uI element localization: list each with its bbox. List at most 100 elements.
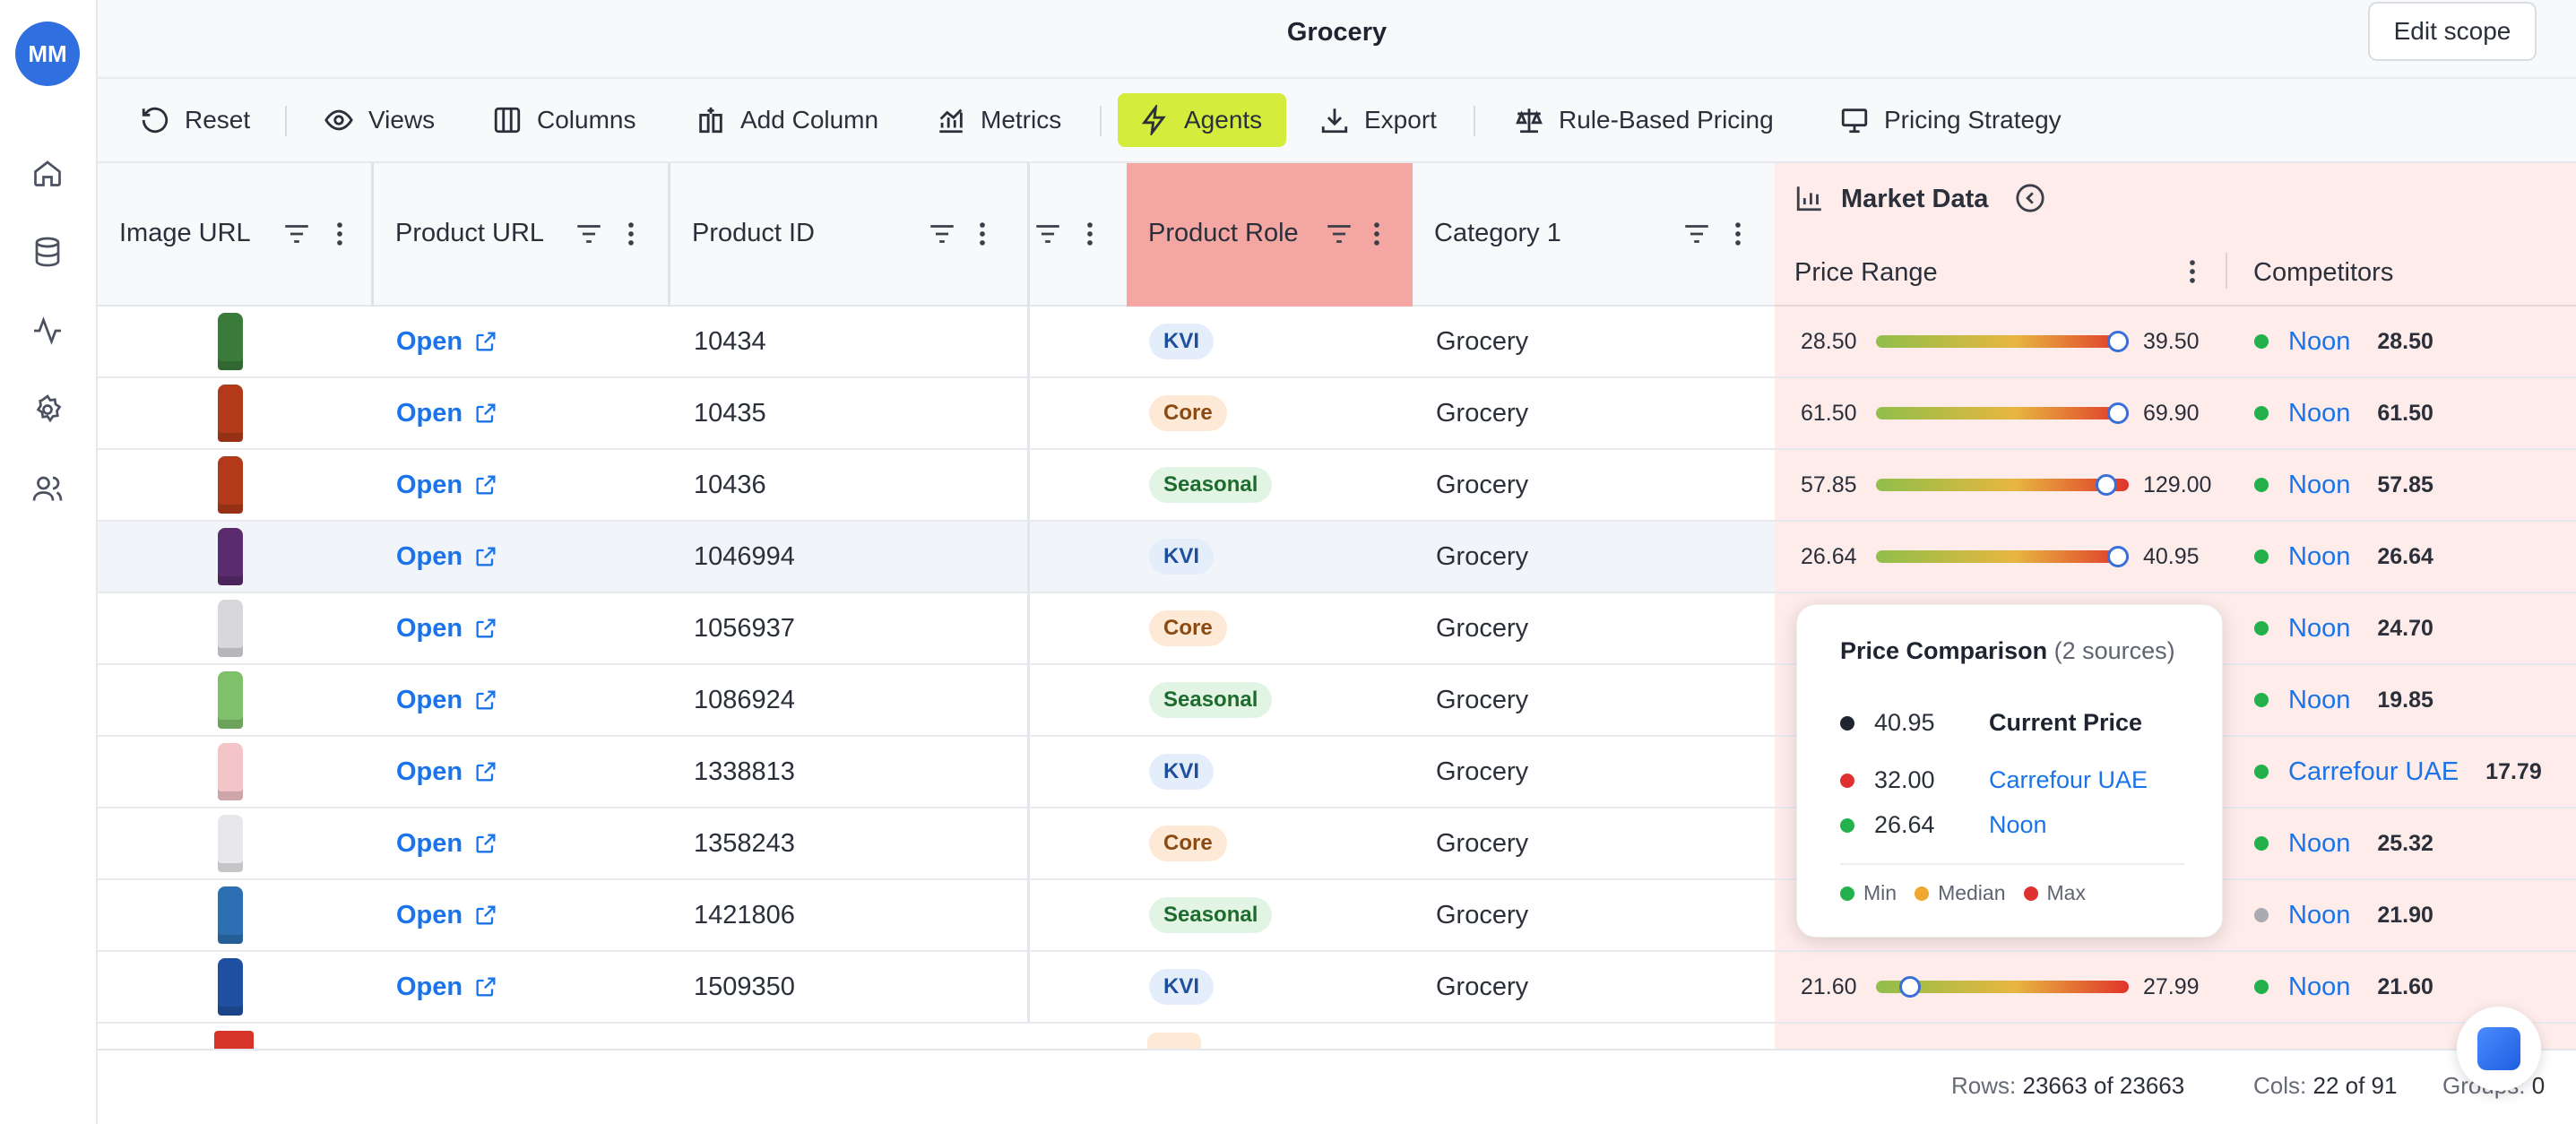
columns-button[interactable]: Columns bbox=[481, 93, 646, 147]
product-id-cell: 10434 bbox=[694, 326, 766, 356]
open-link[interactable]: Open bbox=[396, 327, 498, 357]
product-url-cell: Open bbox=[396, 307, 498, 376]
open-link[interactable]: Open bbox=[396, 614, 498, 644]
agents-button[interactable]: Agents bbox=[1118, 93, 1286, 147]
column-header-product-role[interactable]: Product Role bbox=[1127, 163, 1413, 307]
price-range-header[interactable]: Price Range bbox=[1794, 258, 1938, 288]
competitor-name[interactable]: Noon bbox=[2288, 614, 2350, 644]
filter-icon[interactable] bbox=[927, 219, 957, 249]
filter-icon[interactable] bbox=[281, 219, 312, 249]
edit-scope-button[interactable]: Edit scope bbox=[2368, 2, 2537, 61]
page-header: Grocery Edit scope bbox=[98, 0, 2576, 79]
open-link[interactable]: Open bbox=[396, 901, 498, 930]
home-icon[interactable] bbox=[29, 154, 66, 192]
open-link[interactable]: Open bbox=[396, 542, 498, 572]
price-range-knob[interactable] bbox=[2096, 474, 2118, 496]
open-link[interactable]: Open bbox=[396, 471, 498, 500]
competitors-header[interactable]: Competitors bbox=[2253, 258, 2393, 288]
add-column-button[interactable]: Add Column bbox=[685, 93, 889, 147]
more-icon[interactable] bbox=[1075, 219, 1105, 249]
rule-based-pricing-button[interactable]: Rule-Based Pricing bbox=[1503, 93, 1785, 147]
competitor-name[interactable]: Noon bbox=[2288, 327, 2350, 357]
popup-entry-label[interactable]: Carrefour UAE bbox=[1989, 766, 2148, 794]
price-min: 57.85 bbox=[1801, 471, 1857, 497]
chat-button[interactable] bbox=[2457, 1007, 2541, 1091]
views-button[interactable]: Views bbox=[313, 93, 445, 147]
competitor-name[interactable]: Noon bbox=[2288, 686, 2350, 715]
pricing-strategy-button[interactable]: Pricing Strategy bbox=[1828, 93, 2072, 147]
table-row[interactable]: Open 10434 KVI Grocery 28.50 39.50 Noon 28.5… bbox=[98, 307, 2576, 378]
table-row[interactable] bbox=[98, 1024, 2576, 1049]
metrics-button[interactable]: Metrics bbox=[925, 93, 1072, 147]
table-row[interactable]: Open 10436 Seasonal Grocery 57.85 129.00 Noo… bbox=[98, 450, 2576, 522]
open-link-label: Open bbox=[396, 685, 463, 714]
open-link[interactable]: Open bbox=[396, 757, 498, 787]
price-range-bar bbox=[1876, 335, 2129, 348]
users-icon[interactable] bbox=[29, 470, 66, 507]
category-cell: Grocery bbox=[1436, 326, 1529, 356]
product-role-cell: KVI bbox=[1149, 307, 1215, 376]
more-icon[interactable] bbox=[2177, 256, 2208, 287]
competitor-status-dot bbox=[2254, 836, 2269, 851]
activity-icon[interactable] bbox=[29, 312, 66, 350]
competitor-name[interactable]: Noon bbox=[2288, 829, 2350, 859]
grid-header: Image URL Product URL Product ID Product… bbox=[98, 163, 1775, 307]
product-role-cell: KVI bbox=[1149, 737, 1215, 807]
rows-value: 23663 of 23663 bbox=[2022, 1072, 2185, 1099]
download-icon bbox=[1321, 108, 1348, 134]
collapse-icon[interactable] bbox=[2015, 183, 2045, 213]
competitor-name[interactable]: Noon bbox=[2288, 471, 2350, 500]
more-icon[interactable] bbox=[616, 219, 646, 249]
filter-icon[interactable] bbox=[574, 219, 604, 249]
product-thumbnail bbox=[203, 665, 257, 735]
competitor-status-dot bbox=[2254, 908, 2269, 922]
gear-icon[interactable] bbox=[29, 391, 66, 428]
filter-icon[interactable] bbox=[1033, 219, 1063, 249]
competitor-price: 57.85 bbox=[2377, 471, 2433, 497]
open-link[interactable]: Open bbox=[396, 399, 498, 428]
column-header-product-url[interactable]: Product URL bbox=[374, 163, 668, 307]
competitor-name[interactable]: Noon bbox=[2288, 973, 2350, 1002]
table-row[interactable]: Open 1046994 KVI Grocery 26.64 40.95 Noon 26… bbox=[98, 522, 2576, 593]
open-link[interactable]: Open bbox=[396, 686, 498, 715]
column-header-category-1[interactable]: Category 1 bbox=[1413, 163, 1775, 307]
table-row[interactable]: Open 1509350 KVI Grocery 21.60 27.99 Noon 21… bbox=[98, 952, 2576, 1024]
database-icon[interactable] bbox=[29, 233, 66, 271]
filter-icon[interactable] bbox=[1681, 219, 1712, 249]
pinned-divider bbox=[1027, 378, 1030, 448]
competitor-price: 19.85 bbox=[2377, 687, 2433, 713]
price-range-knob[interactable] bbox=[1898, 976, 1921, 998]
popup-entry-label[interactable]: Noon bbox=[1989, 811, 2047, 839]
legend-max-dot bbox=[2023, 886, 2038, 901]
open-link[interactable]: Open bbox=[396, 973, 498, 1002]
reset-button[interactable]: Reset bbox=[129, 93, 261, 147]
competitor-1: Noon 21.90 bbox=[2254, 880, 2433, 950]
open-link[interactable]: Open bbox=[396, 829, 498, 859]
product-id-cell: 1056937 bbox=[694, 613, 795, 643]
competitor-name[interactable]: Noon bbox=[2288, 399, 2350, 428]
more-icon[interactable] bbox=[324, 219, 355, 249]
user-avatar[interactable]: MM bbox=[15, 22, 80, 86]
export-button[interactable]: Export bbox=[1309, 93, 1448, 147]
more-icon[interactable] bbox=[1361, 219, 1392, 249]
price-range-knob[interactable] bbox=[2107, 402, 2129, 424]
price-range-knob[interactable] bbox=[2107, 331, 2129, 352]
more-icon[interactable] bbox=[967, 219, 998, 249]
column-resize-handle[interactable] bbox=[2226, 253, 2227, 289]
column-header-product-id[interactable]: Product ID bbox=[670, 163, 997, 307]
column-header-collapsed[interactable] bbox=[1030, 163, 1119, 307]
competitor-name[interactable]: Noon bbox=[2288, 901, 2350, 930]
legend-median-label: Median bbox=[1938, 881, 2006, 904]
cols-count: Cols: 22 of 91 bbox=[2253, 1072, 2397, 1100]
competitor-price: 28.50 bbox=[2377, 328, 2433, 354]
table-row[interactable]: Open 10435 Core Grocery 61.50 69.90 Noon 61.… bbox=[98, 378, 2576, 450]
product-thumbnail bbox=[203, 880, 257, 950]
price-range-knob[interactable] bbox=[2107, 546, 2129, 567]
competitor-name[interactable]: Carrefour UAE bbox=[2288, 757, 2459, 787]
column-header-image-url[interactable]: Image URL bbox=[98, 163, 372, 307]
competitor-name[interactable]: Noon bbox=[2288, 542, 2350, 572]
price-max: 69.90 bbox=[2143, 400, 2200, 426]
more-icon[interactable] bbox=[1723, 219, 1753, 249]
reset-label: Reset bbox=[185, 106, 251, 134]
filter-icon[interactable] bbox=[1324, 219, 1354, 249]
